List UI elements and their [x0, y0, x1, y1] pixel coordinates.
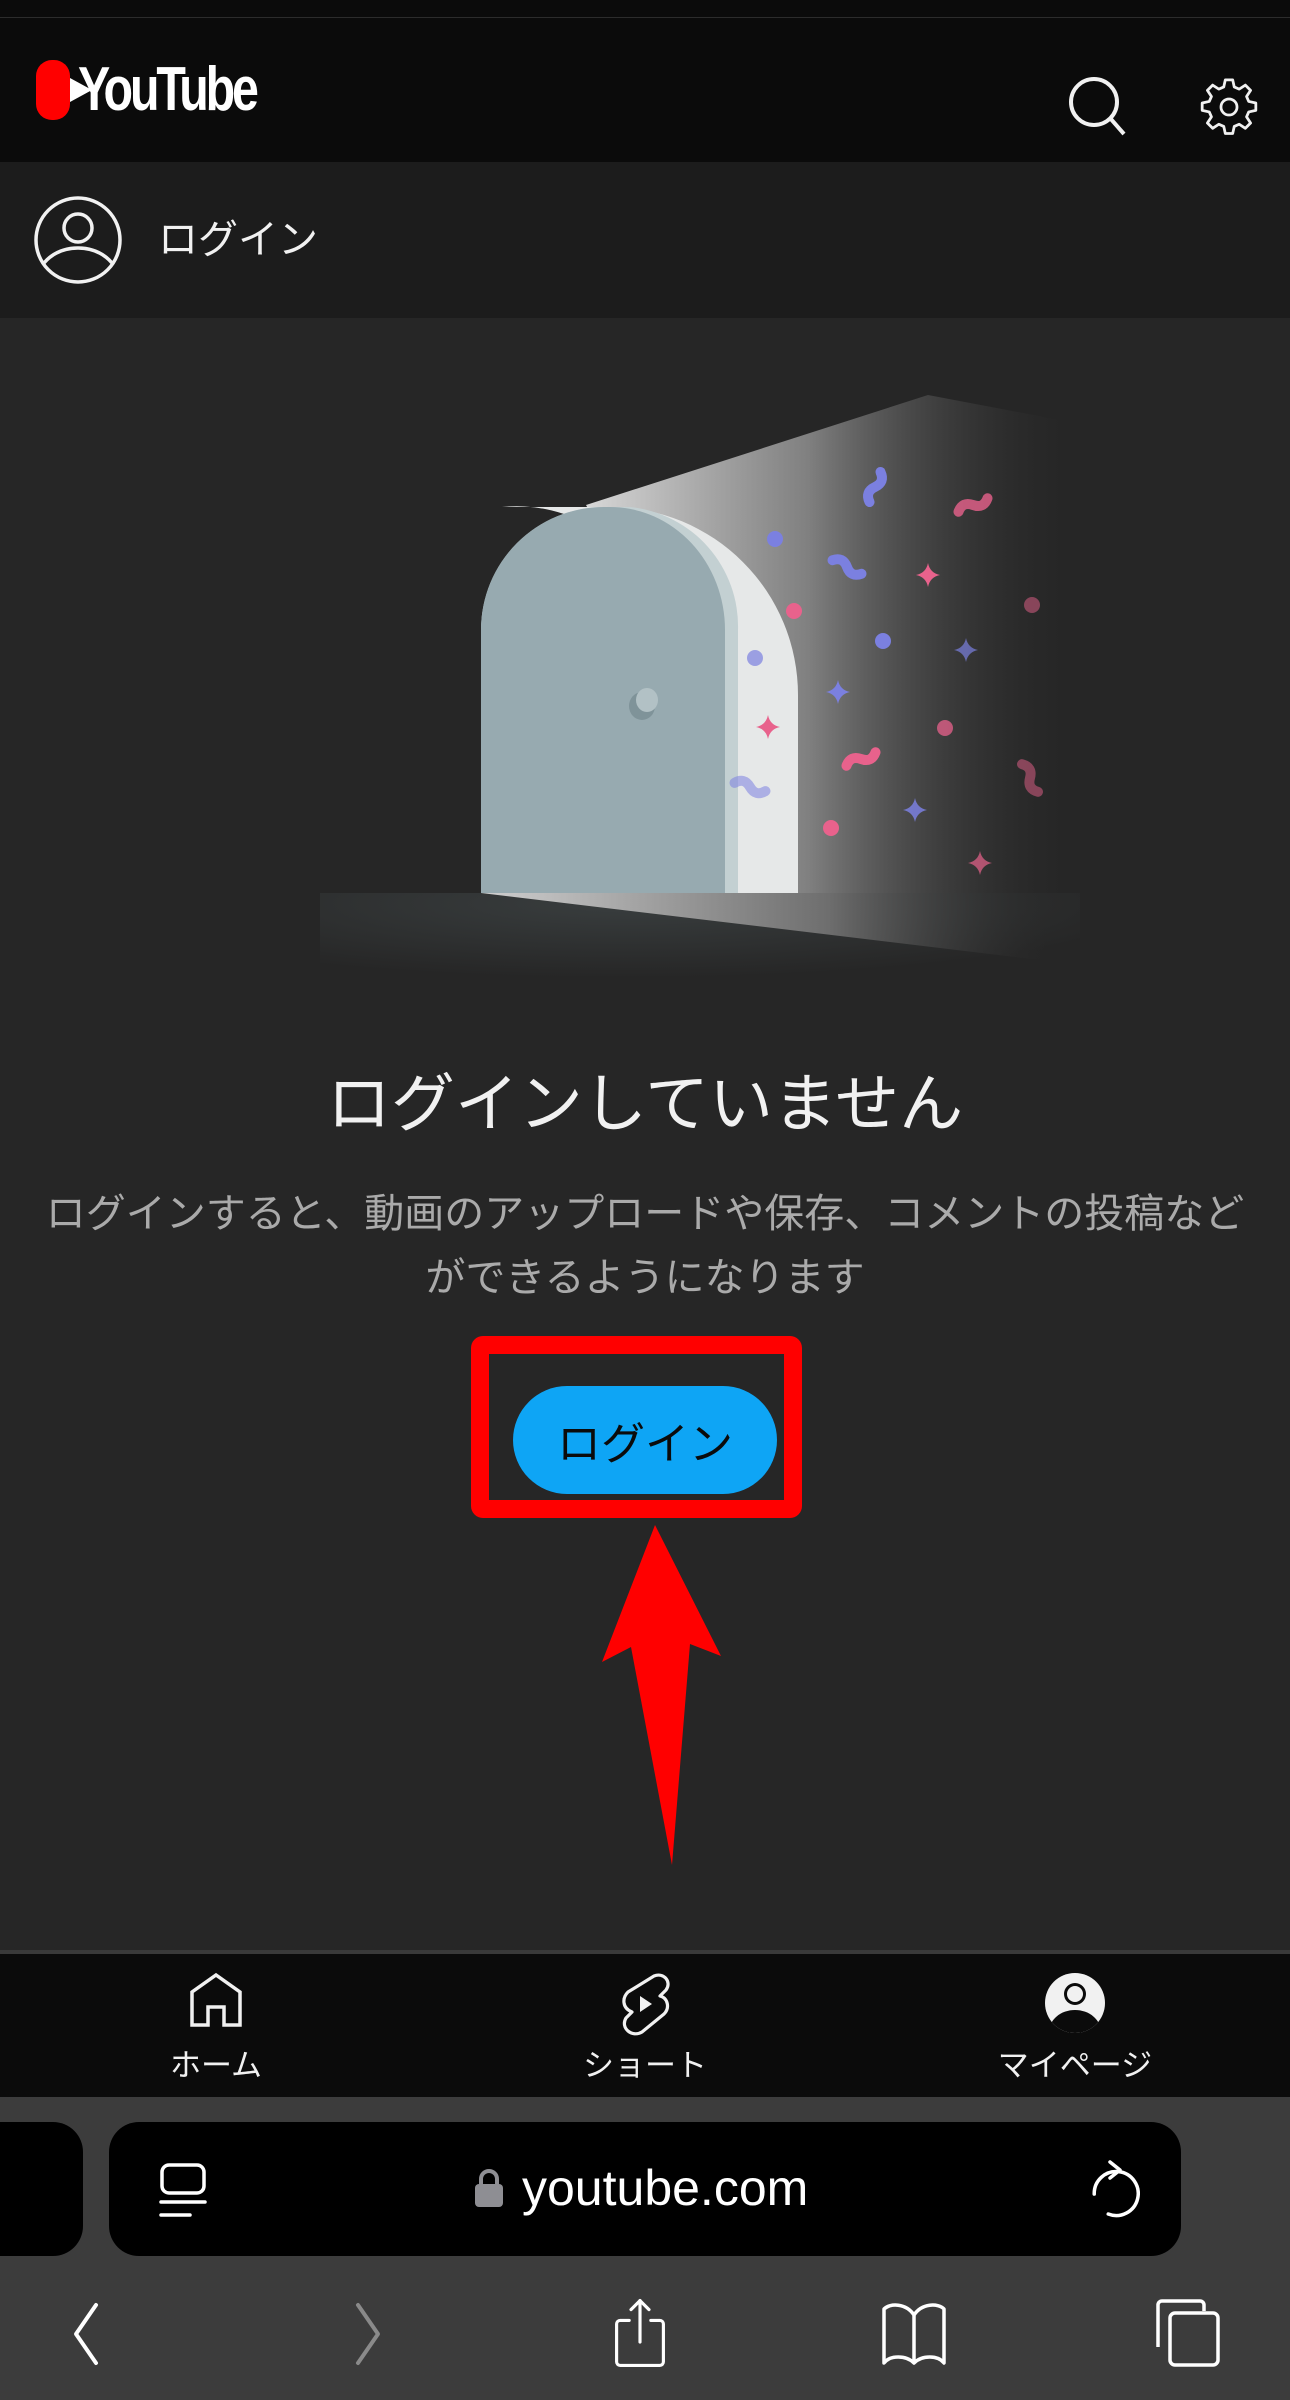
account-filled-icon [1045, 1973, 1105, 2033]
confetti-dot [937, 720, 953, 736]
reader-icon[interactable] [159, 2162, 209, 2220]
youtube-logo[interactable]: YouTube [36, 55, 306, 124]
confetti-dot [747, 650, 763, 666]
previous-tab-preview[interactable] [0, 2122, 83, 2256]
door-panel [481, 507, 725, 893]
url-text: youtube.com [522, 2160, 809, 2216]
youtube-wordmark: YouTube [78, 55, 259, 124]
nav-item-shorts[interactable]: ショート [495, 1954, 795, 2101]
not-signed-in-description: ログインすると、動画のアップロードや保存、コメントの投稿などができるようになりま… [45, 1191, 1245, 1301]
reload-icon[interactable] [1084, 2158, 1140, 2220]
tabs-icon[interactable] [1150, 2297, 1222, 2369]
door-confetti-illustration [320, 395, 1080, 1000]
bottom-navigation: ホーム ショート マイページ [0, 1950, 1290, 2101]
settings-gear-icon [1200, 78, 1258, 135]
confetti-dot [767, 531, 783, 547]
nav-label-shorts: ショート [583, 2048, 707, 2084]
account-circle-icon [34, 196, 122, 284]
settings-button[interactable] [1192, 70, 1266, 144]
login-button[interactable]: ログイン [513, 1386, 777, 1494]
nav-item-home[interactable]: ホーム [66, 1954, 366, 2101]
confetti-dot [875, 633, 891, 649]
bookmarks-icon[interactable] [878, 2297, 950, 2369]
search-button[interactable] [1064, 72, 1130, 138]
address-bar[interactable]: youtube.com [109, 2122, 1181, 2256]
nav-label-mypage: マイページ [997, 2048, 1153, 2084]
nav-label-home: ホーム [169, 2048, 263, 2084]
home-icon [190, 1972, 242, 2027]
browser-toolbar: youtube.com [0, 2097, 1290, 2400]
back-icon[interactable] [50, 2297, 122, 2369]
login-row-label: ログイン [158, 217, 318, 263]
lock-icon [475, 2169, 503, 2207]
confetti-dot [1024, 597, 1040, 613]
door-knob [636, 688, 658, 712]
confetti-dot [786, 603, 802, 619]
top-app-bar: YouTube [0, 18, 1290, 162]
share-icon[interactable] [604, 2297, 676, 2369]
youtube-play-icon [36, 60, 92, 120]
status-strip [0, 0, 1290, 18]
confetti-dot [823, 820, 839, 836]
annotation-arrow [602, 1525, 721, 1865]
search-icon [1069, 77, 1126, 136]
shorts-icon [622, 1973, 670, 2036]
forward-icon[interactable] [332, 2297, 404, 2369]
account-login-row[interactable]: ログイン [0, 162, 1290, 318]
nav-item-mypage[interactable]: マイページ [925, 1954, 1225, 2101]
not-signed-in-title: ログインしていません [326, 1068, 964, 1142]
